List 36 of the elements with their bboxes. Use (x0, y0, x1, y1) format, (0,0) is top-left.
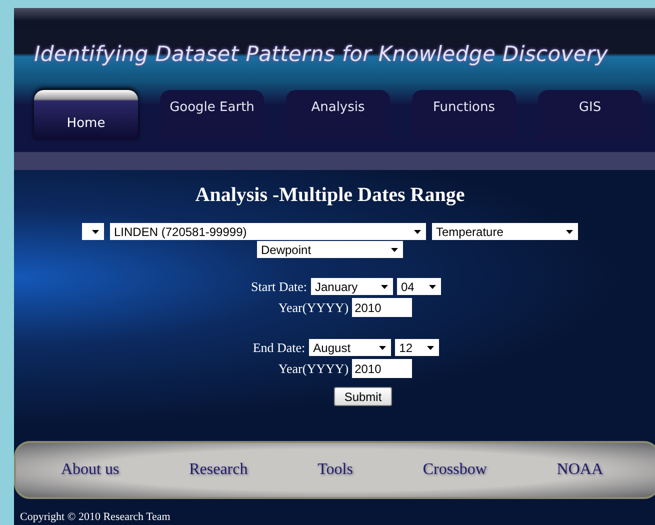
caret-icon (92, 230, 99, 234)
nav-tab[interactable]: Functions (412, 90, 516, 140)
select-dropdown[interactable]: Dewpoint (257, 241, 403, 258)
month-dropdown[interactable]: January (310, 278, 393, 295)
year-label: Year(YYYY) (278, 360, 349, 376)
page-heading: Analysis -Multiple Dates Range (195, 184, 465, 207)
month-dropdown[interactable]: August (309, 339, 392, 356)
footer-link[interactable]: About us (60, 461, 120, 479)
caret-icon (428, 284, 436, 288)
footer-link[interactable]: Research (189, 461, 248, 479)
select-dropdown[interactable] (82, 223, 104, 240)
caret-icon (414, 230, 421, 234)
nav-tab[interactable]: Home (34, 90, 138, 140)
nav-tab[interactable]: Analysis (286, 90, 390, 140)
caret-icon (566, 230, 573, 234)
date-label: Start Date: (251, 278, 307, 294)
caret-icon (379, 346, 386, 350)
year-label: Year(YYYY) (278, 300, 349, 316)
caret-icon (380, 284, 388, 288)
day-dropdown[interactable]: 12 (395, 339, 440, 356)
year-field[interactable]: 2010 (352, 298, 412, 317)
caret-icon (427, 346, 434, 350)
submit-button[interactable]: Submit (334, 387, 392, 406)
select-dropdown[interactable]: Temperature (432, 223, 578, 240)
copyright-text: Copyright © 2010 Research Team (19, 511, 172, 525)
footer-link[interactable]: NOAA (556, 461, 604, 479)
caret-icon (391, 248, 398, 252)
footer-link[interactable]: Tools (318, 461, 353, 479)
date-label: End Date: (252, 340, 306, 356)
day-dropdown[interactable]: 04 (396, 278, 441, 295)
site-title: Identifying Dataset Patterns for Knowledge Discovery (34, 42, 608, 66)
nav-tab[interactable]: Google Earth (160, 90, 264, 140)
year-field[interactable]: 2010 (352, 359, 412, 378)
nav-tab[interactable]: GIS (538, 90, 642, 140)
footer-link[interactable]: Crossbow (422, 461, 487, 479)
select-dropdown[interactable]: LINDEN (720581-99999) (110, 223, 426, 240)
